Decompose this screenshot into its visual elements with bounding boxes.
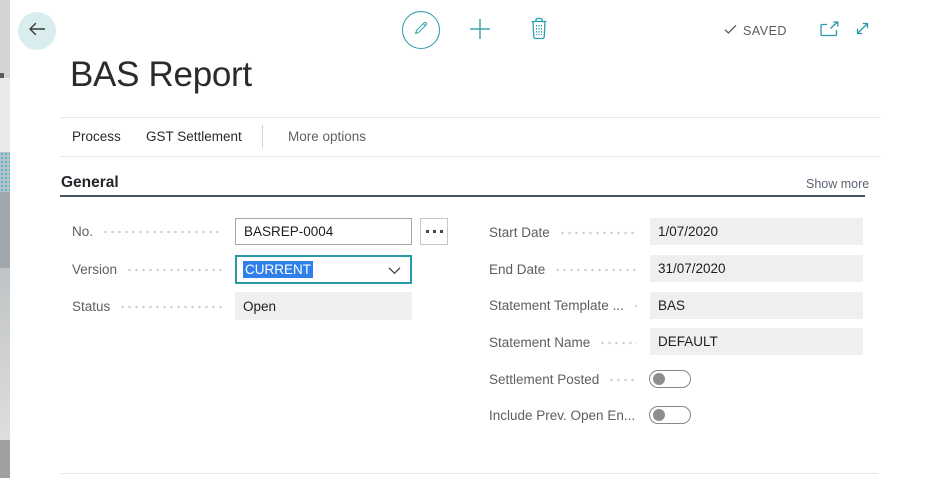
start-date-field: 1/07/2020 <box>650 218 863 245</box>
open-in-new-window-button[interactable] <box>818 20 840 42</box>
edit-button[interactable] <box>402 11 440 49</box>
chevron-down-icon[interactable] <box>388 262 401 277</box>
delete-button[interactable] <box>528 17 550 45</box>
statement-template-value: BAS <box>658 298 686 313</box>
field-row-statement-template: Statement Template ... <box>489 292 643 319</box>
field-label-status: Status <box>72 299 111 314</box>
field-row-version: Version <box>72 256 229 283</box>
field-label-statement-name: Statement Name <box>489 335 591 350</box>
section-bottom-divider <box>60 473 878 474</box>
plus-icon <box>467 16 493 47</box>
popout-icon <box>819 20 839 42</box>
dotted-leader <box>554 256 637 283</box>
field-label-end-date: End Date <box>489 262 546 277</box>
field-label-version: Version <box>72 262 118 277</box>
expand-button[interactable] <box>851 20 873 42</box>
dotted-leader <box>608 366 637 393</box>
divider-under-title <box>60 117 881 118</box>
dotted-leader <box>119 293 223 320</box>
no-value: BASREP-0004 <box>244 224 334 239</box>
field-label-include-prev-open: Include Prev. Open En... <box>489 408 636 423</box>
menu-item-process[interactable]: Process <box>72 129 121 144</box>
add-button[interactable] <box>466 17 494 45</box>
statement-name-value: DEFAULT <box>658 334 718 349</box>
statement-name-field: DEFAULT <box>650 328 863 355</box>
version-combobox[interactable]: CURRENT <box>235 255 412 284</box>
field-row-start-date: Start Date <box>489 219 643 246</box>
menu-more-options[interactable]: More options <box>288 129 366 144</box>
background-page-sliver <box>0 0 10 478</box>
toggle-knob <box>653 409 665 421</box>
dotted-leader <box>102 218 223 245</box>
ellipsis-icon <box>425 230 429 233</box>
settlement-posted-toggle[interactable] <box>649 370 691 388</box>
start-date-value: 1/07/2020 <box>658 224 719 239</box>
menu-item-gst-settlement[interactable]: GST Settlement <box>146 129 242 144</box>
field-label-settlement-posted: Settlement Posted <box>489 372 600 387</box>
trash-icon <box>530 17 548 45</box>
bas-report-card-page: SAVED BAS Report Process GST Settlement … <box>0 0 940 478</box>
status-value: Open <box>243 298 277 314</box>
menu-divider <box>262 125 263 148</box>
expand-fullscreen-icon <box>853 19 872 43</box>
field-row-end-date: End Date <box>489 256 643 283</box>
statement-template-field: BAS <box>650 292 863 319</box>
field-row-settlement-posted: Settlement Posted <box>489 366 643 393</box>
assist-edit-button[interactable] <box>420 218 448 245</box>
no-input[interactable]: BASREP-0004 <box>235 218 412 245</box>
field-label-no: No. <box>72 224 94 239</box>
end-date-value: 31/07/2020 <box>658 261 726 276</box>
end-date-field: 31/07/2020 <box>650 255 863 282</box>
pencil-icon <box>411 18 431 43</box>
saved-label: SAVED <box>743 24 787 38</box>
page-title: BAS Report <box>70 55 252 94</box>
show-more-link[interactable]: Show more <box>806 177 869 191</box>
saved-indicator: SAVED <box>724 22 787 40</box>
selected-text: CURRENT <box>243 261 313 278</box>
dotted-leader <box>632 292 637 319</box>
toggle-knob <box>653 373 665 385</box>
field-row-include-prev-open: Include Prev. Open En... <box>489 402 643 429</box>
section-underline <box>60 195 865 197</box>
field-row-statement-name: Statement Name <box>489 329 643 356</box>
check-icon <box>724 22 737 40</box>
dotted-leader <box>126 256 223 283</box>
field-row-status: Status <box>72 293 229 320</box>
dotted-leader <box>599 329 637 356</box>
field-label-start-date: Start Date <box>489 225 550 240</box>
dotted-leader <box>558 219 637 246</box>
include-prev-open-toggle[interactable] <box>649 406 691 424</box>
section-title-general[interactable]: General <box>61 174 119 192</box>
divider-under-menu <box>60 156 881 157</box>
back-arrow-icon <box>27 21 47 42</box>
back-button[interactable] <box>18 12 56 50</box>
field-label-statement-template: Statement Template ... <box>489 298 624 313</box>
status-field: Open <box>235 292 412 320</box>
field-row-no: No. <box>72 218 229 245</box>
